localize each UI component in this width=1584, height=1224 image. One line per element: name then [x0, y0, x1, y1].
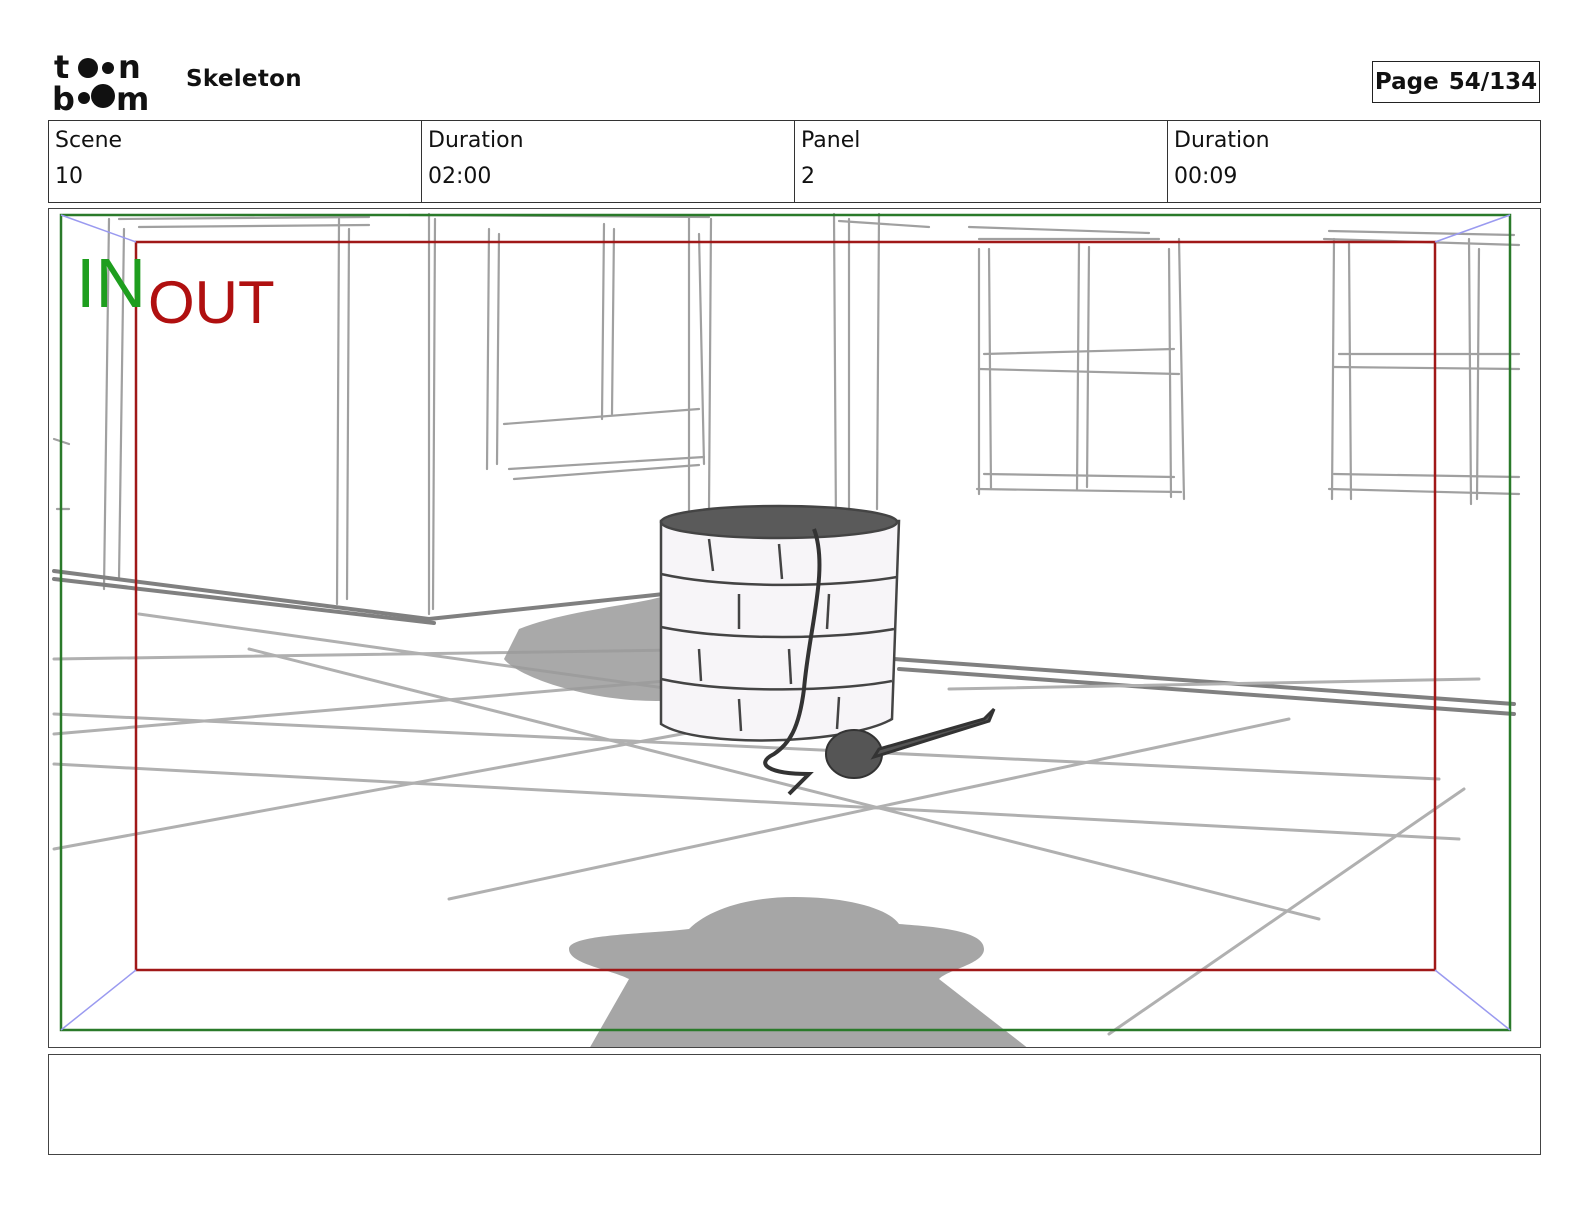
storyboard-panel[interactable]: IN OUT	[48, 208, 1541, 1048]
scene-duration-label: Duration	[428, 128, 524, 153]
out-label: OUT	[148, 269, 275, 336]
scene-label: Scene	[55, 128, 123, 153]
toon-boom-logo: t n b m	[52, 50, 149, 112]
page-number: 54/134	[1448, 69, 1538, 95]
panel-duration-value: 00:09	[1174, 164, 1238, 189]
scene-duration-cell: Duration 02:00	[422, 121, 795, 202]
panel-label: Panel	[801, 128, 861, 153]
panel-duration-label: Duration	[1174, 128, 1270, 153]
panel-cell: Panel 2	[795, 121, 1168, 202]
panel-value: 2	[801, 164, 815, 189]
in-label: IN	[76, 244, 146, 322]
panel-drawing: IN OUT	[52, 212, 1521, 1047]
panel-duration-cell: Duration 00:09	[1168, 121, 1540, 202]
scene-duration-value: 02:00	[428, 164, 492, 189]
scene-value: 10	[55, 164, 83, 189]
svg-text:m: m	[116, 80, 149, 112]
page-label: Page	[1374, 69, 1439, 95]
barrel	[659, 504, 901, 742]
project-title: Skeleton	[186, 66, 302, 92]
page-indicator: Page 54/134	[1372, 61, 1540, 103]
scene-cell: Scene 10	[49, 121, 422, 202]
svg-text:b: b	[52, 80, 75, 112]
scene-info-table: Scene 10 Duration 02:00 Panel 2 Duration…	[48, 120, 1541, 203]
panel-notes-area[interactable]	[48, 1054, 1541, 1155]
character-shadow	[569, 897, 1027, 1047]
